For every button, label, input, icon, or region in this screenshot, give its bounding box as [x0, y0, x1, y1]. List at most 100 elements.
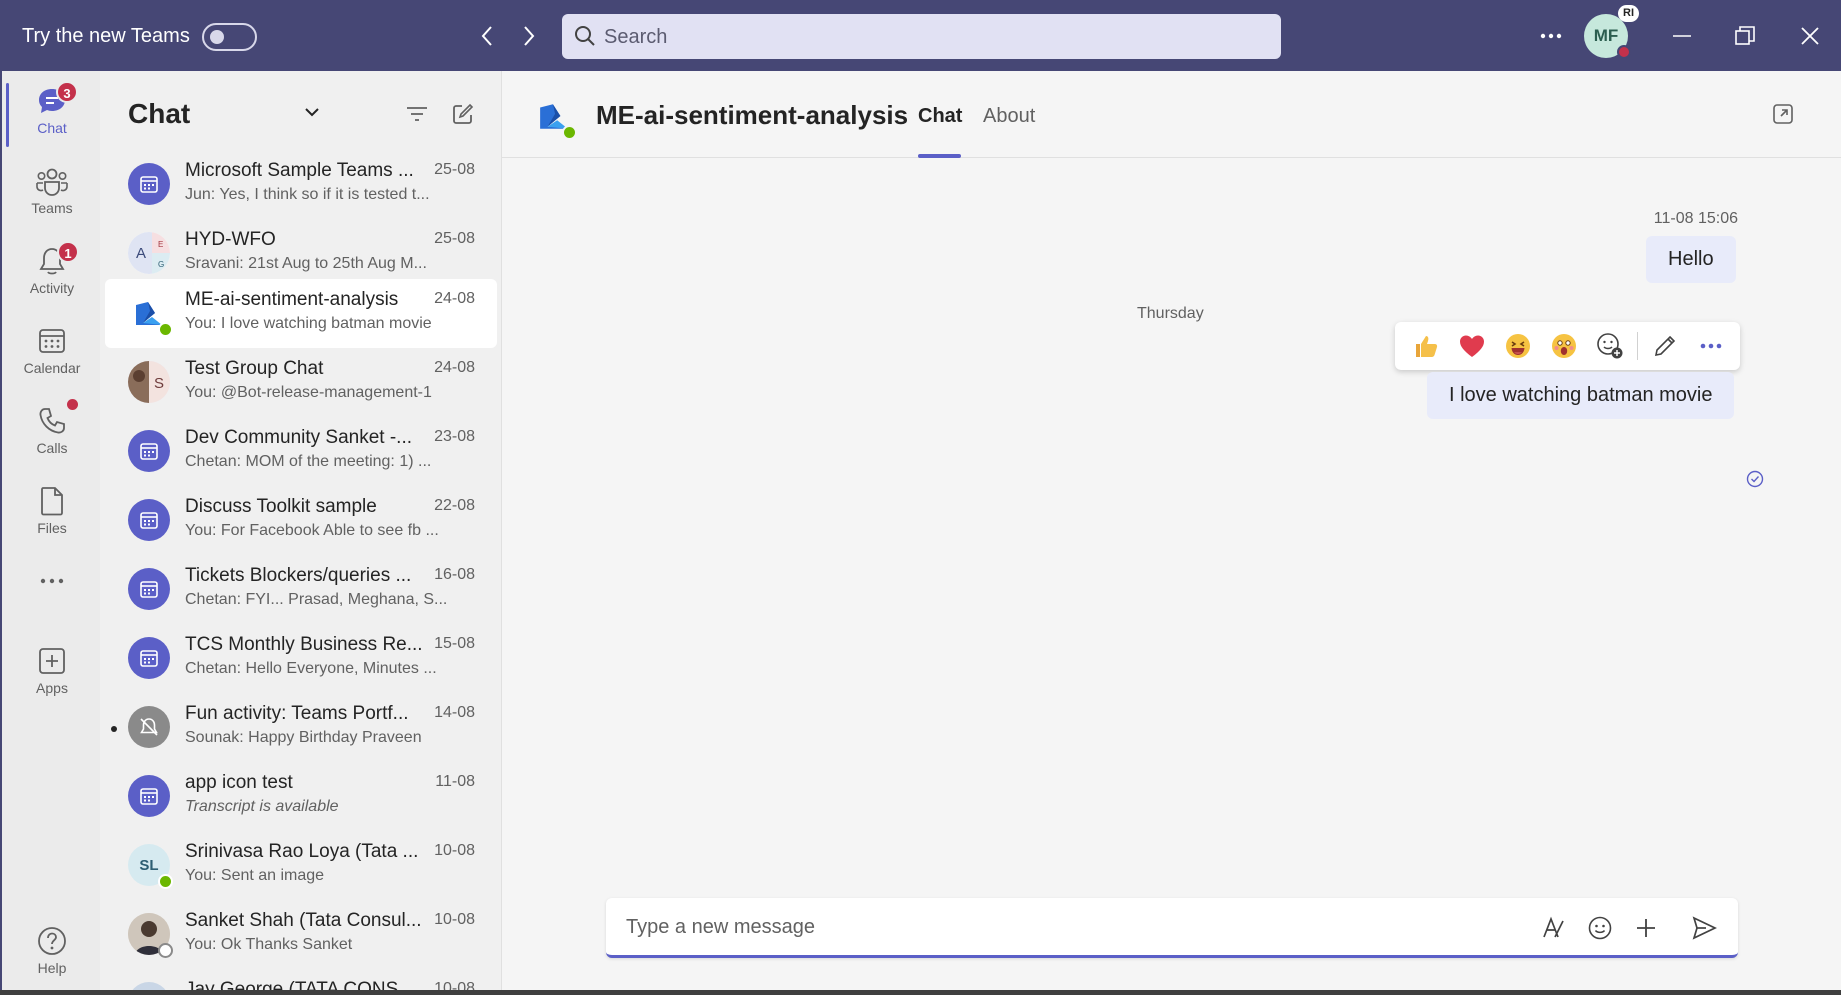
emoji-button[interactable] — [1584, 912, 1616, 944]
profile-status-busy — [1617, 45, 1631, 59]
react-surprised-button[interactable] — [1541, 322, 1587, 370]
chevron-down-icon[interactable] — [304, 107, 320, 117]
minimize-icon — [1673, 35, 1691, 37]
chat-date: 24-08 — [434, 359, 475, 376]
forward-button[interactable] — [516, 22, 542, 50]
message-timestamp: 11-08 15:06 — [1653, 210, 1738, 227]
chat-list-item[interactable]: A E G HYD-WFO 25-08 Sravani: 21st Aug to 2… — [105, 219, 497, 288]
restore-icon — [1735, 26, 1755, 45]
group-avatar-letter: A — [136, 245, 146, 262]
rail-more-apps[interactable] — [2, 561, 102, 597]
filter-button[interactable] — [404, 101, 430, 127]
sent-check-icon — [1746, 470, 1764, 488]
chat-list-item[interactable]: TCS Monthly Business Re... 15-08 Chetan:… — [105, 624, 497, 693]
chat-date: 16-08 — [434, 566, 475, 583]
rail-item-teams[interactable]: Teams — [2, 157, 102, 227]
app-bar: 3 Chat Teams 1 Activity Calendar Calls F… — [0, 71, 100, 995]
react-heart-button[interactable] — [1449, 322, 1495, 370]
meeting-avatar — [128, 163, 170, 205]
rail-item-activity[interactable]: 1 Activity — [2, 237, 102, 307]
status-available — [158, 874, 173, 889]
tab-about[interactable]: About — [983, 105, 1035, 128]
chat-name: ME-ai-sentiment-analysis — [185, 289, 399, 310]
muted-bell-icon — [140, 718, 158, 736]
message-list: 11-08 15:06 Hello Thursday I love watchi… — [502, 159, 1841, 899]
rail-item-calls[interactable]: Calls — [2, 397, 102, 467]
try-new-teams-toggle[interactable] — [202, 23, 257, 51]
chat-name: Microsoft Sample Teams ... — [185, 160, 414, 181]
group-photo-avatar: S — [128, 361, 170, 403]
edit-message-button[interactable] — [1642, 322, 1688, 370]
chat-name: TCS Monthly Business Re... — [185, 634, 423, 655]
unread-dot — [111, 726, 117, 732]
chat-name: HYD-WFO — [185, 229, 276, 250]
chat-date: 10-08 — [434, 842, 475, 859]
day-separator: Thursday — [1137, 305, 1204, 322]
calendar-icon — [140, 788, 158, 805]
search-input[interactable] — [604, 22, 1264, 52]
chat-list-item[interactable]: Sanket Shah (Tata Consul... 10-08 You: O… — [105, 900, 497, 969]
chat-list-item[interactable]: Dev Community Sanket -... 23-08 Chetan: … — [105, 417, 497, 486]
edit-pencil-icon — [1654, 335, 1676, 357]
format-button[interactable] — [1538, 912, 1570, 944]
chat-date: 24-08 — [434, 290, 475, 307]
rail-item-apps[interactable]: Apps — [2, 637, 102, 707]
minimize-button[interactable] — [1662, 18, 1702, 54]
chat-list-item[interactable]: S Test Group Chat 24-08 You: @Bot-releas… — [105, 348, 497, 417]
chat-name: Discuss Toolkit sample — [185, 496, 377, 517]
calendar-icon — [140, 650, 158, 667]
chat-list-item[interactable]: app icon test 11-08 Transcript is availa… — [105, 762, 497, 831]
chat-date: 23-08 — [434, 428, 475, 445]
chat-preview: Transcript is available — [185, 798, 339, 815]
more-options-button[interactable] — [1688, 322, 1734, 370]
chat-date: 25-08 — [434, 230, 475, 247]
rail-label: Chat — [37, 120, 67, 136]
group-avatar-letter: S — [154, 375, 164, 392]
message-bubble[interactable]: I love watching batman movie — [1427, 372, 1735, 419]
chat-preview: You: Ok Thanks Sanket — [185, 936, 353, 953]
popout-chat-button[interactable] — [1770, 101, 1796, 127]
more-horizontal-icon — [40, 578, 64, 584]
chat-name: Srinivasa Rao Loya (Tata ... — [185, 841, 419, 862]
popout-icon — [1773, 104, 1793, 124]
rail-label: Apps — [36, 680, 68, 696]
tab-chat[interactable]: Chat — [918, 105, 962, 128]
chat-list-item[interactable]: SL Srinivasa Rao Loya (Tata ... 10-08 Yo… — [105, 831, 497, 900]
new-chat-button[interactable] — [450, 101, 476, 127]
message-bubble[interactable]: Hello — [1646, 236, 1736, 283]
more-horizontal-icon — [1700, 343, 1722, 349]
add-reaction-button[interactable] — [1587, 322, 1633, 370]
send-button[interactable] — [1688, 912, 1720, 944]
rail-item-calendar[interactable]: Calendar — [2, 317, 102, 387]
emoji-icon — [1588, 916, 1612, 940]
chat-preview: You: Sent an image — [185, 867, 325, 884]
rail-item-files[interactable]: Files — [2, 477, 102, 547]
conversation-avatar — [538, 101, 577, 140]
chat-list-item[interactable]: Discuss Toolkit sample 22-08 You: For Fa… — [105, 486, 497, 555]
restore-button[interactable] — [1725, 18, 1765, 54]
chat-list-title[interactable]: Chat — [128, 98, 190, 130]
close-window-button[interactable] — [1790, 18, 1830, 54]
chat-name: Sanket Shah (Tata Consul... — [185, 910, 422, 931]
message-composer — [606, 898, 1738, 958]
rail-item-help[interactable]: Help — [2, 917, 102, 987]
close-icon — [1801, 27, 1819, 45]
search-box[interactable] — [562, 14, 1281, 59]
chat-list-item[interactable]: Fun activity: Teams Portf... 14-08 Souna… — [105, 693, 497, 762]
rail-item-chat[interactable]: 3 Chat — [2, 77, 102, 147]
thumbs-up-icon — [1416, 336, 1438, 357]
rail-label: Teams — [31, 200, 73, 216]
settings-more-button[interactable] — [1534, 24, 1568, 48]
back-button[interactable] — [474, 22, 500, 50]
file-icon — [41, 487, 63, 516]
chat-list-item[interactable]: Microsoft Sample Teams ... 25-08 Jun: Ye… — [105, 150, 497, 219]
meeting-avatar — [128, 637, 170, 679]
attach-button[interactable] — [1630, 912, 1662, 944]
message-input[interactable] — [626, 912, 1486, 942]
react-like-button[interactable] — [1403, 322, 1449, 370]
react-laugh-button[interactable] — [1495, 322, 1541, 370]
chat-list-item[interactable]: Tickets Blockers/queries ... 16-08 Cheta… — [105, 555, 497, 624]
search-icon — [575, 26, 595, 46]
add-reaction-icon — [1597, 333, 1623, 359]
chat-list-item-selected[interactable]: ME-ai-sentiment-analysis 24-08 You: I lo… — [105, 279, 497, 348]
